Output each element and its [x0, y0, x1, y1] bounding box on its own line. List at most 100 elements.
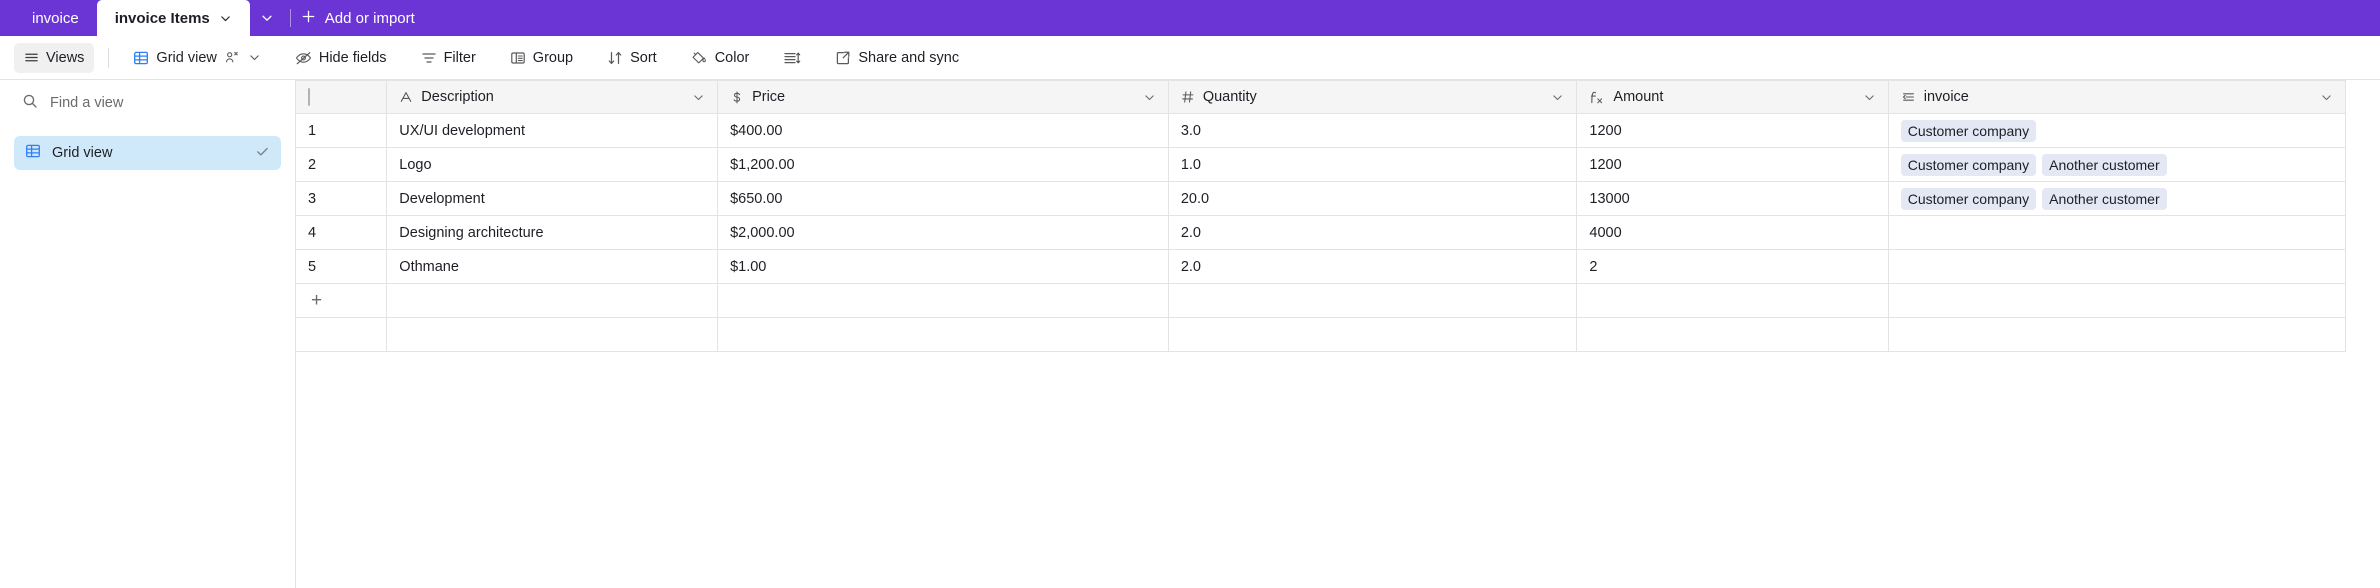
- hide-fields-button[interactable]: Hide fields: [285, 43, 397, 73]
- tab-invoice-label: invoice: [32, 9, 79, 27]
- cell-price[interactable]: $1,200.00: [717, 147, 1169, 182]
- color-label: Color: [714, 49, 750, 66]
- grid-empty-cell: [1168, 317, 1578, 352]
- row-number: 1: [296, 113, 388, 148]
- add-record-filler: [386, 283, 719, 318]
- table-row[interactable]: 5 Othmane $1.00 2.0 2: [296, 249, 2347, 284]
- cell-invoice[interactable]: Customer company Another customer: [1888, 181, 2347, 216]
- cell-amount: 1200: [1576, 113, 1889, 148]
- chevron-down-icon[interactable]: [219, 12, 232, 25]
- plus-icon: [301, 9, 316, 28]
- add-record-filler: [717, 283, 1169, 318]
- views-sidebar: Find a view Grid view: [0, 80, 296, 588]
- column-header-label: invoice: [1923, 89, 1969, 105]
- cell-amount: 1200: [1576, 147, 1889, 182]
- row-number: 3: [296, 181, 388, 216]
- table-body: 1 UX/UI development $400.00 3.0 1200 Cus…: [296, 113, 2347, 352]
- cell-quantity[interactable]: 1.0: [1168, 147, 1578, 182]
- row-number: 5: [296, 249, 388, 284]
- chevron-down-icon[interactable]: [1551, 91, 1564, 104]
- linked-record-chip[interactable]: Customer company: [1900, 187, 2037, 210]
- cell-invoice[interactable]: Customer company Another customer: [1888, 147, 2347, 182]
- linked-record-chip[interactable]: Another customer: [2042, 153, 2167, 176]
- column-header-label: Amount: [1613, 89, 1664, 105]
- cell-quantity[interactable]: 20.0: [1168, 181, 1578, 216]
- cell-price[interactable]: $2,000.00: [717, 215, 1169, 250]
- top-tab-bar: invoice invoice Items Add or import: [0, 0, 2380, 36]
- cell-description[interactable]: Othmane: [386, 249, 719, 284]
- view-toolbar: Views Grid view Hide fields Filter Group…: [0, 36, 2380, 80]
- table-row[interactable]: 2 Logo $1,200.00 1.0 1200 Customer compa…: [296, 147, 2347, 182]
- grid-empty-cell: [296, 317, 388, 352]
- add-or-import-button[interactable]: Add or import: [301, 0, 431, 36]
- cell-quantity[interactable]: 3.0: [1168, 113, 1578, 148]
- tab-invoice[interactable]: invoice: [14, 0, 97, 36]
- cell-description[interactable]: Logo: [386, 147, 719, 182]
- color-button[interactable]: Color: [681, 43, 760, 73]
- grid-view-button[interactable]: Grid view: [123, 43, 270, 73]
- views-button[interactable]: Views: [14, 42, 95, 73]
- eye-off-icon: [295, 50, 312, 66]
- select-all-header[interactable]: [296, 80, 388, 114]
- group-label: Group: [532, 49, 574, 66]
- find-a-view-search[interactable]: Find a view: [14, 80, 281, 126]
- cell-description[interactable]: UX/UI development: [386, 113, 719, 148]
- linked-record-chip[interactable]: Another customer: [2042, 187, 2167, 210]
- row-height-button[interactable]: [773, 43, 811, 73]
- cell-price[interactable]: $650.00: [717, 181, 1169, 216]
- cell-price[interactable]: $1.00: [717, 249, 1169, 284]
- column-header-label: Quantity: [1202, 89, 1257, 105]
- tab-overflow-chevron-down-icon[interactable]: [250, 0, 284, 36]
- cell-invoice[interactable]: [1888, 249, 2347, 284]
- formula-fx-icon: [1589, 90, 1605, 105]
- share-and-sync-button[interactable]: Share and sync: [825, 43, 969, 73]
- linked-record-icon: [1901, 90, 1916, 104]
- collaborators-icon: [224, 50, 241, 65]
- chevron-down-icon[interactable]: [2320, 91, 2333, 104]
- cell-quantity[interactable]: 2.0: [1168, 215, 1578, 250]
- record-grid: Description Price Quantity Amount invoic…: [296, 80, 2380, 588]
- linked-record-chip[interactable]: Customer company: [1900, 119, 2037, 142]
- hide-fields-label: Hide fields: [318, 49, 387, 66]
- column-header-label: Price: [752, 89, 786, 105]
- currency-dollar-icon: [730, 90, 744, 105]
- cell-invoice[interactable]: Customer company: [1888, 113, 2347, 148]
- cell-amount: 2: [1576, 249, 1889, 284]
- column-header-price[interactable]: Price: [717, 80, 1169, 114]
- add-record-filler: [1576, 283, 1889, 318]
- cell-amount: 4000: [1576, 215, 1889, 250]
- column-header-invoice[interactable]: invoice: [1888, 80, 2347, 114]
- table-row[interactable]: 4 Designing architecture $2,000.00 2.0 4…: [296, 215, 2347, 250]
- chevron-down-icon[interactable]: [692, 91, 705, 104]
- grid-empty-space: [296, 317, 2347, 352]
- tab-invoice-items[interactable]: invoice Items: [96, 0, 250, 36]
- column-header-description[interactable]: Description: [386, 80, 719, 114]
- table-row[interactable]: 1 UX/UI development $400.00 3.0 1200 Cus…: [296, 113, 2347, 148]
- toolbar-divider: [108, 47, 110, 68]
- grid-view-chevron-down-icon[interactable]: [248, 51, 261, 64]
- cell-description[interactable]: Designing architecture: [386, 215, 719, 250]
- filter-button[interactable]: Filter: [411, 43, 486, 73]
- sidebar-item-grid-view[interactable]: Grid view: [14, 136, 281, 170]
- chevron-down-icon[interactable]: [1863, 91, 1876, 104]
- filter-icon: [421, 50, 437, 66]
- sidebar-item-label: Grid view: [52, 145, 113, 161]
- group-icon: [510, 50, 526, 66]
- chevron-down-icon[interactable]: [1143, 91, 1156, 104]
- grid-empty-cell: [1888, 317, 2347, 352]
- cell-price[interactable]: $400.00: [717, 113, 1169, 148]
- cell-quantity[interactable]: 2.0: [1168, 249, 1578, 284]
- group-button[interactable]: Group: [500, 43, 583, 73]
- plus-icon[interactable]: +: [308, 290, 322, 311]
- column-header-amount[interactable]: Amount: [1576, 80, 1889, 114]
- linked-record-chip[interactable]: Customer company: [1900, 153, 2037, 176]
- add-record-cell[interactable]: +: [296, 283, 388, 318]
- add-record-row[interactable]: +: [296, 283, 2347, 318]
- select-all-checkbox[interactable]: [308, 88, 310, 106]
- number-hash-icon: [1181, 90, 1195, 104]
- cell-description[interactable]: Development: [386, 181, 719, 216]
- column-header-quantity[interactable]: Quantity: [1168, 80, 1578, 114]
- sort-button[interactable]: Sort: [597, 43, 667, 73]
- table-row[interactable]: 3 Development $650.00 20.0 13000 Custome…: [296, 181, 2347, 216]
- cell-invoice[interactable]: [1888, 215, 2347, 250]
